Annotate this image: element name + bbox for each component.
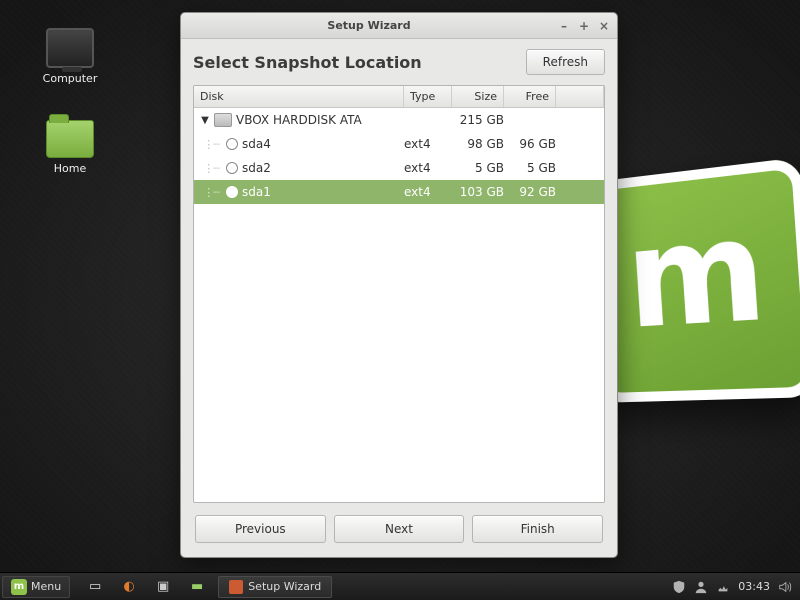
page-heading: Select Snapshot Location [193,53,526,72]
tree-collapse-icon[interactable]: ▼ [200,115,210,126]
user-icon[interactable] [694,580,708,594]
taskbar-task-setup-wizard[interactable]: Setup Wizard [218,576,332,598]
setup-wizard-window: Setup Wizard – + × Select Snapshot Locat… [180,12,618,558]
volume-icon[interactable] [778,580,792,594]
partition-row-sda1[interactable]: ⋮┈ sda1 ext4 103 GB 92 GB [194,180,604,204]
disk-size: 215 GB [452,113,504,127]
refresh-button[interactable]: Refresh [526,49,605,75]
system-tray: 03:43 [672,580,800,594]
close-button[interactable]: × [597,19,611,33]
partition-type: ext4 [404,137,452,151]
tree-branch-icon: ⋮┈ [200,186,222,199]
partition-name: sda4 [242,137,271,151]
network-icon[interactable] [716,580,730,594]
partition-radio-sda4[interactable] [226,138,238,150]
mint-icon: m [11,579,27,595]
partition-type: ext4 [404,185,452,199]
partition-radio-sda2[interactable] [226,162,238,174]
partition-size: 5 GB [452,161,504,175]
desktop-icon-label: Computer [30,72,110,85]
desktop-icon: ▭ [86,578,104,596]
window-title: Setup Wizard [187,19,551,32]
partition-free: 5 GB [504,161,556,175]
col-extra-header [556,86,604,107]
disk-row[interactable]: ▼ VBOX HARDDISK ATA 215 GB [194,108,604,132]
titlebar[interactable]: Setup Wizard – + × [181,13,617,39]
task-label: Setup Wizard [248,580,321,593]
show-desktop-button[interactable]: ▭ [80,576,110,598]
partition-radio-sda1[interactable] [226,186,238,198]
desktop-background: m Computer Home Setup Wizard – + × Selec… [0,0,800,600]
terminal-icon: ▣ [154,578,172,596]
terminal-launcher[interactable]: ▣ [148,576,178,598]
monitor-icon [46,28,94,68]
partition-row-sda4[interactable]: ⋮┈ sda4 ext4 98 GB 96 GB [194,132,604,156]
desktop-icon-label: Home [30,162,110,175]
col-type-header[interactable]: Type [404,86,452,107]
partition-row-sda2[interactable]: ⋮┈ sda2 ext4 5 GB 5 GB [194,156,604,180]
menu-label: Menu [31,580,61,593]
col-free-header[interactable]: Free [504,86,556,107]
firefox-icon: ◐ [120,578,138,596]
partition-name: sda2 [242,161,271,175]
folder-icon: ▬ [188,578,206,596]
firefox-launcher[interactable]: ◐ [114,576,144,598]
disk-name: VBOX HARDDISK ATA [236,113,362,127]
tree-branch-icon: ⋮┈ [200,138,222,151]
previous-button[interactable]: Previous [195,515,326,543]
tree-branch-icon: ⋮┈ [200,162,222,175]
minimize-button[interactable]: – [557,19,571,33]
clock[interactable]: 03:43 [738,580,770,593]
partition-size: 98 GB [452,137,504,151]
col-size-header[interactable]: Size [452,86,504,107]
files-launcher[interactable]: ▬ [182,576,212,598]
desktop-icon-home[interactable]: Home [30,120,110,175]
partition-type: ext4 [404,161,452,175]
harddisk-icon [214,113,232,127]
col-disk-header[interactable]: Disk [194,86,404,107]
maximize-button[interactable]: + [577,19,591,33]
partition-free: 96 GB [504,137,556,151]
shield-icon[interactable] [672,580,686,594]
desktop-icon-computer[interactable]: Computer [30,28,110,85]
partition-name: sda1 [242,185,271,199]
taskbar: m Menu ▭ ◐ ▣ ▬ Setup Wizard 03:43 [0,572,800,600]
menu-button[interactable]: m Menu [2,576,70,598]
tree-header: Disk Type Size Free [194,86,604,108]
folder-icon [46,120,94,158]
partition-free: 92 GB [504,185,556,199]
next-button[interactable]: Next [334,515,465,543]
finish-button[interactable]: Finish [472,515,603,543]
app-icon [229,580,243,594]
partition-size: 103 GB [452,185,504,199]
disk-tree: Disk Type Size Free ▼ VBOX HARDDISK ATA [193,85,605,503]
